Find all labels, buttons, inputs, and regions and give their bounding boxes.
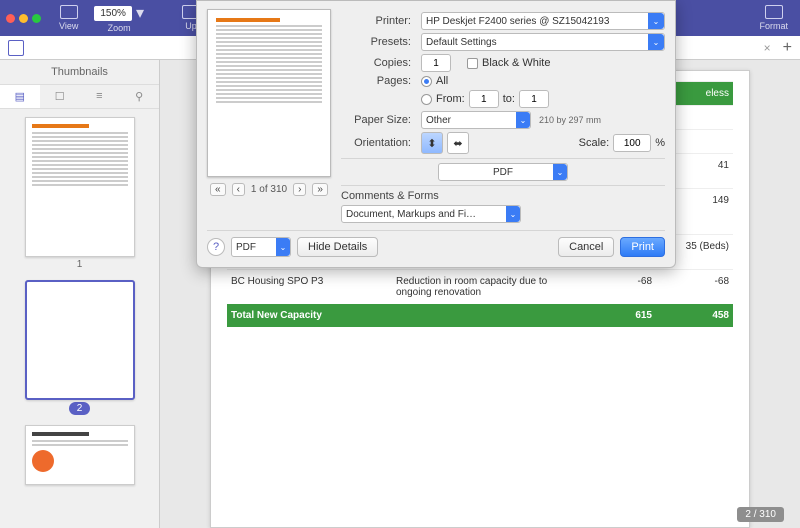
print-mode-select[interactable]: PDF ⌄ — [438, 163, 568, 181]
tab-thumbnails[interactable]: ▤ — [0, 85, 40, 108]
total-c: 615 — [579, 304, 656, 327]
paper-size-label: Paper Size: — [341, 114, 411, 126]
comments-forms-select[interactable]: Document, Markups and Fi… ⌄ — [341, 205, 521, 223]
preview-page-indicator: 1 of 310 — [251, 184, 287, 195]
scale-input[interactable] — [613, 134, 651, 152]
help-button[interactable]: ? — [207, 238, 225, 256]
thumbnails-panel: Thumbnails ▤ ☐ ≡ ⚲ 1 — [0, 60, 160, 528]
view-label: View — [59, 21, 78, 31]
outline-tab-icon: ≡ — [96, 90, 102, 102]
pdf-menu-label: PDF — [236, 242, 256, 253]
home-icon[interactable] — [8, 40, 24, 56]
dropdown-arrow-icon: ⌄ — [506, 206, 520, 222]
zoom-control[interactable]: 150% ▾ Zoom — [88, 3, 150, 33]
zoom-value[interactable]: 150% — [94, 6, 132, 21]
hide-details-button[interactable]: Hide Details — [297, 237, 378, 257]
thumbnail-page-3[interactable] — [25, 425, 135, 485]
copies-input[interactable] — [421, 54, 451, 72]
dropdown-arrow-icon: ⌄ — [276, 238, 290, 256]
orientation-label: Orientation: — [341, 137, 411, 149]
presets-label: Presets: — [341, 36, 411, 48]
print-button[interactable]: Print — [620, 237, 665, 257]
print-mode-value: PDF — [493, 167, 513, 178]
portrait-icon: ⬍ — [427, 137, 436, 150]
new-tab-icon[interactable]: + — [783, 39, 792, 57]
bw-checkbox[interactable] — [467, 58, 478, 69]
pages-to-input[interactable] — [519, 90, 549, 108]
pages-all-label: All — [436, 75, 448, 87]
close-window-icon[interactable] — [6, 14, 15, 23]
pages-label: Pages: — [341, 75, 411, 87]
preview-next-button[interactable]: › — [293, 183, 306, 196]
pages-to-label: to: — [503, 93, 515, 105]
pdf-menu[interactable]: PDF ⌄ — [231, 237, 291, 257]
thumbnail-page-2[interactable]: 2 — [25, 280, 135, 415]
badge-icon — [32, 450, 54, 472]
format-icon — [765, 5, 783, 19]
dropdown-arrow-icon: ⌄ — [516, 112, 530, 128]
zoom-dropdown-icon[interactable]: ▾ — [136, 3, 144, 23]
print-dialog: « ‹ 1 of 310 › » Printer: HP Deskjet F24… — [196, 0, 676, 268]
total-label: Total New Capacity — [227, 304, 392, 327]
scale-label: Scale: — [579, 137, 610, 149]
comments-forms-label: Comments & Forms — [341, 190, 439, 202]
pages-from-input[interactable] — [469, 90, 499, 108]
pages-from-label: From: — [436, 93, 465, 105]
total-d: 458 — [656, 304, 733, 327]
up-label: Up — [185, 21, 197, 31]
cancel-button[interactable]: Cancel — [558, 237, 614, 257]
tab-bookmarks[interactable]: ☐ — [40, 85, 80, 108]
thumb2-number: 2 — [69, 402, 91, 415]
comments-forms-value: Document, Markups and Fi… — [346, 209, 476, 220]
preview-last-button[interactable]: » — [312, 183, 328, 196]
printer-label: Printer: — [341, 15, 411, 27]
landscape-icon: ⬌ — [453, 137, 462, 150]
help-icon: ? — [213, 241, 219, 253]
preview-first-button[interactable]: « — [210, 183, 226, 196]
format-button[interactable]: Format — [753, 5, 794, 31]
table-row: BC Housing SPO P3Reduction in room capac… — [227, 270, 733, 305]
paper-dims: 210 by 297 mm — [539, 115, 601, 125]
thumbnails-title: Thumbnails — [0, 60, 159, 84]
view-icon — [60, 5, 78, 19]
paper-size-select[interactable]: Other ⌄ — [421, 111, 531, 129]
pages-all-radio[interactable] — [421, 76, 432, 87]
paper-size-value: Other — [426, 115, 451, 126]
minimize-window-icon[interactable] — [19, 14, 28, 23]
window-controls[interactable] — [6, 14, 41, 23]
dropdown-arrow-icon: ⌄ — [648, 34, 664, 50]
cancel-label: Cancel — [569, 241, 603, 253]
close-tab-icon[interactable]: × — [764, 41, 771, 55]
tab-search[interactable]: ⚲ — [119, 85, 159, 108]
pages-range-radio[interactable] — [421, 94, 432, 105]
zoom-label: Zoom — [108, 23, 131, 33]
tab-outline[interactable]: ≡ — [80, 85, 120, 108]
thumbnails-tab-icon: ▤ — [15, 91, 25, 103]
print-label: Print — [631, 241, 654, 253]
orientation-landscape[interactable]: ⬌ — [447, 132, 469, 154]
view-button[interactable]: View — [53, 5, 84, 31]
preview-prev-button[interactable]: ‹ — [232, 183, 245, 196]
orientation-portrait[interactable]: ⬍ — [421, 132, 443, 154]
thumbnail-page-1[interactable]: 1 — [25, 117, 135, 270]
bookmark-tab-icon: ☐ — [55, 91, 65, 103]
scale-unit: % — [655, 137, 665, 149]
dropdown-arrow-icon: ⌄ — [553, 164, 567, 180]
dropdown-arrow-icon: ⌄ — [648, 13, 664, 29]
presets-select[interactable]: Default Settings ⌄ — [421, 33, 665, 51]
print-preview — [207, 9, 331, 177]
hide-details-label: Hide Details — [308, 241, 367, 253]
printer-select[interactable]: HP Deskjet F2400 series @ SZ15042193 ⌄ — [421, 12, 665, 30]
fullscreen-window-icon[interactable] — [32, 14, 41, 23]
bw-label: Black & White — [482, 57, 550, 69]
sidebar-tabs: ▤ ☐ ≡ ⚲ — [0, 84, 159, 109]
thumb1-number: 1 — [25, 259, 135, 270]
printer-value: HP Deskjet F2400 series @ SZ15042193 — [426, 16, 609, 27]
copies-label: Copies: — [341, 57, 411, 69]
search-tab-icon: ⚲ — [135, 91, 143, 103]
format-label: Format — [759, 21, 788, 31]
page-counter: 2 / 310 — [737, 507, 784, 522]
presets-value: Default Settings — [426, 37, 497, 48]
